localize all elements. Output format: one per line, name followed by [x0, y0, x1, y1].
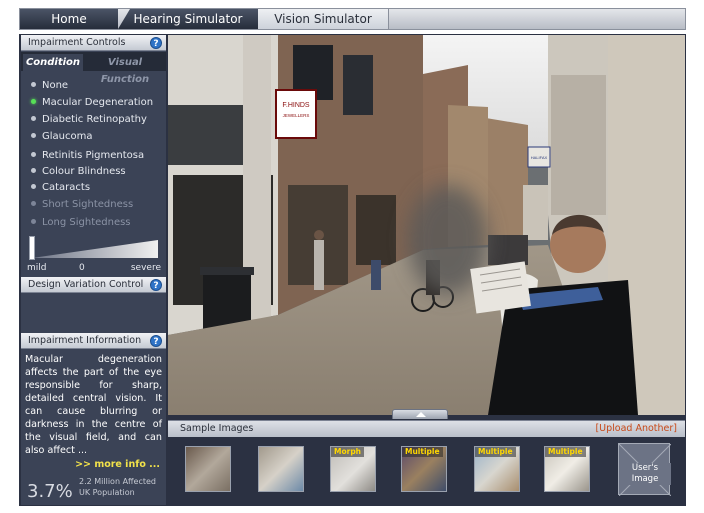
- help-icon[interactable]: ?: [150, 279, 162, 291]
- slider-max-label: severe: [130, 263, 161, 273]
- more-info-link[interactable]: >> more info ...: [75, 459, 160, 470]
- impairment-info-header: Impairment Information ?: [21, 333, 166, 349]
- severity-slider[interactable]: [28, 236, 158, 262]
- condition-label: Diabetic Retinopathy: [42, 114, 147, 125]
- radio-dot-icon: [31, 115, 36, 121]
- impairment-info-title: Impairment Information: [28, 335, 142, 346]
- thumb-tag: Multiple: [545, 447, 586, 457]
- radio-dot-icon: [31, 132, 36, 138]
- condition-diabetic-retinopathy[interactable]: Diabetic Retinopathy: [31, 113, 147, 127]
- impairment-controls-title: Impairment Controls: [28, 37, 126, 48]
- sample-thumb-newspaper[interactable]: Multiple: [544, 446, 590, 492]
- condition-label: Colour Blindness: [42, 166, 126, 177]
- users-image-label-line2: Image: [619, 474, 671, 485]
- sample-thumb-shelf[interactable]: Multiple: [401, 446, 447, 492]
- subtab-visual-function[interactable]: Visual Function: [85, 54, 165, 85]
- radio-dot-icon: [31, 151, 36, 157]
- impairment-description: Macular degeneration affects the part of…: [25, 354, 162, 456]
- radio-dot-icon: [31, 81, 36, 87]
- radio-dot-icon: [31, 218, 36, 224]
- condition-short-sightedness: Short Sightedness: [31, 198, 133, 212]
- users-image-button[interactable]: User's Image: [618, 443, 671, 496]
- condition-label: Long Sightedness: [42, 217, 131, 228]
- population-label: UK Population: [79, 487, 135, 497]
- impairment-controls-header: Impairment Controls ?: [21, 35, 166, 51]
- condition-label: Short Sightedness: [42, 199, 134, 210]
- thumb-tag: Morph: [331, 447, 365, 457]
- condition-cataracts[interactable]: Cataracts: [31, 181, 90, 195]
- subtab-condition[interactable]: Condition: [23, 54, 83, 71]
- affected-count: 2.2 Million Affected: [79, 477, 157, 486]
- help-icon[interactable]: ?: [150, 335, 162, 347]
- shop-sign-subtitle: JEWELLERS: [283, 113, 310, 118]
- hanging-sign: HALIFAX: [531, 155, 548, 160]
- radio-dot-icon: [31, 98, 36, 104]
- condition-macular-degeneration[interactable]: Macular Degeneration: [31, 96, 153, 110]
- condition-label: Retinitis Pigmentosa: [42, 150, 145, 161]
- top-navigation: Home Hearing Simulator Vision Simulator: [19, 8, 686, 30]
- help-icon[interactable]: ?: [150, 37, 162, 49]
- sample-images-title: Sample Images: [180, 423, 254, 434]
- condition-label: None: [42, 80, 69, 91]
- radio-dot-icon: [31, 200, 36, 206]
- thumb-tag: Multiple: [402, 447, 443, 457]
- street-scene-image: F.HINDS JEWELLERS HALIFAX: [168, 35, 685, 415]
- design-variation-body: [21, 293, 166, 333]
- sample-images-bar: Sample Images [Upload Another]: [168, 420, 685, 437]
- condition-label: Macular Degeneration: [42, 97, 154, 108]
- radio-dot-icon: [31, 183, 36, 189]
- tab-hearing-simulator[interactable]: Hearing Simulator: [118, 9, 258, 29]
- condition-label: Glaucoma: [42, 131, 93, 142]
- simulation-viewer[interactable]: F.HINDS JEWELLERS HALIFAX: [168, 35, 685, 415]
- condition-glaucoma[interactable]: Glaucoma: [31, 130, 92, 144]
- condition-retinitis-pigmentosa[interactable]: Retinitis Pigmentosa: [31, 149, 144, 163]
- radio-dot-icon: [31, 167, 36, 173]
- condition-long-sightedness: Long Sightedness: [31, 216, 131, 230]
- thumb-tag: Multiple: [475, 447, 516, 457]
- condition-label: Cataracts: [42, 182, 91, 193]
- tab-home[interactable]: Home: [20, 9, 118, 29]
- condition-colour-blindness[interactable]: Colour Blindness: [31, 165, 126, 179]
- slider-min-label: mild: [27, 263, 47, 273]
- design-variation-header: Design Variation Control ?: [21, 277, 166, 293]
- chevron-up-icon: [416, 412, 426, 417]
- slider-thumb[interactable]: [29, 236, 35, 260]
- control-subtabs: Condition Visual Function: [21, 52, 166, 85]
- viewer-collapse-handle[interactable]: [392, 409, 448, 419]
- condition-none[interactable]: None: [31, 79, 68, 93]
- sample-thumb-map[interactable]: Multiple: [474, 446, 520, 492]
- users-image-label: User's Image: [619, 463, 671, 485]
- design-variation-title: Design Variation Control: [28, 279, 144, 290]
- population-percentage: 3.7%: [27, 481, 73, 502]
- nav-divider: [388, 9, 389, 29]
- sample-thumb-street[interactable]: [185, 446, 231, 492]
- sample-thumbnail-strip: Morph Multiple Multiple Multiple User's …: [168, 437, 685, 505]
- shop-sign-name: F.HINDS: [282, 102, 310, 109]
- users-image-label-line1: User's: [619, 463, 671, 474]
- sample-thumb-documents[interactable]: [258, 446, 304, 492]
- slider-value-label: 0: [79, 263, 85, 273]
- left-panel: Impairment Controls ? Condition Visual F…: [21, 35, 166, 505]
- sample-thumb-printer[interactable]: Morph: [330, 446, 376, 492]
- tab-vision-simulator[interactable]: Vision Simulator: [258, 9, 388, 29]
- population-stat: 2.2 Million Affected UK Population: [79, 477, 163, 498]
- upload-another-link[interactable]: [Upload Another]: [595, 423, 677, 434]
- severity-ramp: [32, 240, 158, 258]
